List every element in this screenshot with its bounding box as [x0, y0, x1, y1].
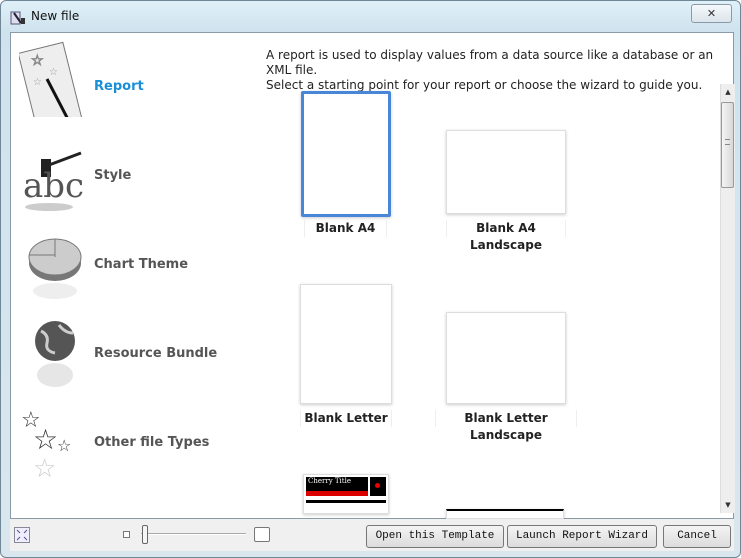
template-label: Blank A4 Landscape: [446, 220, 566, 252]
svg-text:☆: ☆: [33, 77, 42, 88]
scrollbar-thumb[interactable]: [721, 102, 734, 188]
style-brush-icon: abc: [23, 151, 84, 211]
scroll-up-icon[interactable]: ▲: [721, 88, 735, 96]
template-thumbnail[interactable]: [446, 312, 566, 404]
template-cherry[interactable]: Cherry Title: [303, 474, 389, 514]
template-partial[interactable]: [446, 509, 564, 519]
scroll-down-icon[interactable]: ▼: [721, 501, 735, 509]
svg-text:☆: ☆: [33, 423, 58, 456]
launch-wizard-button[interactable]: Launch Report Wizard: [507, 525, 657, 548]
sidebar-item-label: Report: [94, 79, 144, 94]
app-icon: [10, 11, 25, 25]
globe-icon: [35, 321, 75, 387]
sidebar-item-label: Other file Types: [94, 435, 210, 450]
fit-view-icon[interactable]: [14, 527, 30, 543]
svg-text:☆: ☆: [49, 67, 58, 78]
template-label: Blank A4: [304, 220, 387, 237]
description-line: A report is used to display values from …: [266, 48, 714, 77]
open-template-button[interactable]: Open this Template: [366, 525, 504, 548]
zoom-out-icon[interactable]: [123, 531, 130, 538]
sidebar-item-label: Style: [94, 168, 132, 183]
new-file-dialog: New file ✕ ☆ ☆ ☆ Report abc Style Chart Th…: [0, 0, 741, 558]
description: A report is used to display values from …: [266, 48, 740, 93]
sidebar-item-label: Resource Bundle: [94, 346, 218, 361]
template-thumbnail[interactable]: [301, 91, 391, 217]
zoom-slider-thumb[interactable]: [142, 525, 148, 544]
zoom-in-icon[interactable]: [254, 527, 270, 542]
cherry-preview-title: Cherry Title: [306, 477, 368, 491]
zoom-slider[interactable]: [141, 533, 246, 535]
svg-text:☆: ☆: [31, 53, 44, 69]
cancel-button[interactable]: Cancel: [663, 525, 731, 548]
svg-text:☆: ☆: [33, 454, 56, 481]
sidebar-item-label: Chart Theme: [94, 257, 189, 272]
window-title: New file: [31, 9, 80, 23]
template-label: Blank Letter Landscape: [435, 410, 577, 442]
svg-text:abc: abc: [23, 166, 84, 206]
pie-chart-icon: [28, 238, 82, 299]
svg-text:☆: ☆: [57, 436, 71, 455]
close-button[interactable]: ✕: [691, 4, 732, 23]
report-wand-icon: ☆ ☆ ☆: [19, 41, 83, 117]
close-icon: ✕: [706, 7, 717, 20]
stars-icon: ☆☆☆☆: [21, 408, 71, 481]
template-label: Blank Letter: [300, 410, 392, 427]
template-thumbnail[interactable]: [446, 130, 566, 214]
template-thumbnail[interactable]: [300, 284, 392, 404]
